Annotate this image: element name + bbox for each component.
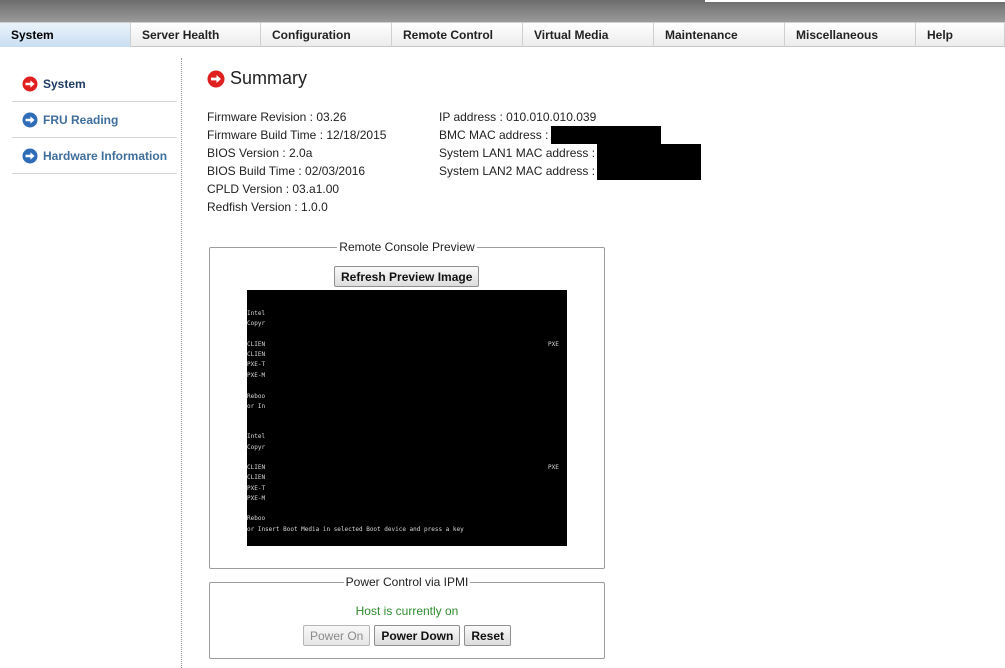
- summary-header: Summary: [207, 68, 307, 89]
- console-preview-image[interactable]: Intel Copyr CLIEN CLIEN PXE-T PXE-M Reboo or In…: [247, 290, 567, 546]
- lan2-mac-label: System LAN2 MAC address :: [439, 164, 596, 178]
- redacted-lan2-mac: [597, 162, 702, 180]
- main-nav: System Server Health Configuration Remote C…: [0, 22, 1005, 47]
- console-line: PXE-T: [247, 361, 266, 368]
- firmware-revision: Firmware Revision : 03.26: [207, 110, 347, 124]
- sidebar-item-label: System: [43, 76, 86, 91]
- console-line: Intel: [247, 433, 266, 440]
- bmc-mac-row: BMC MAC address :: [439, 126, 701, 144]
- console-line: CLIEN: [247, 351, 266, 358]
- console-line: or Insert Boot Media in selected Boot de…: [247, 526, 464, 533]
- power-control-group: Power Control via IPMI Host is currently…: [209, 575, 605, 659]
- lan2-mac-row: System LAN2 MAC address :: [439, 162, 702, 180]
- reset-button[interactable]: Reset: [464, 625, 512, 646]
- nav-tab-remote-control[interactable]: Remote Control: [392, 23, 523, 47]
- console-line: PXE-M: [247, 372, 266, 379]
- sidebar-item-label: Hardware Information: [43, 148, 168, 163]
- nav-tab-virtual-media[interactable]: Virtual Media: [523, 23, 654, 47]
- redfish-version: Redfish Version : 1.0.0: [207, 200, 328, 214]
- console-line: Copyr: [247, 444, 266, 451]
- remote-console-preview-legend: Remote Console Preview: [337, 240, 477, 254]
- power-buttons: Power On Power Down Reset: [210, 625, 604, 646]
- cpld-version: CPLD Version : 03.a1.00: [207, 182, 340, 196]
- ip-address: IP address : 010.010.010.039: [439, 110, 597, 124]
- host-status-text: Host is currently on: [355, 604, 459, 618]
- sidebar-divider: [181, 58, 182, 668]
- network-info: IP address : 010.010.010.039 BMC MAC add…: [439, 108, 702, 180]
- lan1-mac-label: System LAN1 MAC address :: [439, 146, 596, 160]
- nav-tab-maintenance[interactable]: Maintenance: [654, 23, 785, 47]
- nav-tab-system[interactable]: System: [0, 23, 131, 47]
- sidebar-item-label: FRU Reading: [43, 112, 119, 127]
- remote-console-preview-group: Remote Console Preview Refresh Preview I…: [209, 240, 605, 569]
- sidebar-item-fru-reading[interactable]: FRU Reading: [12, 102, 177, 138]
- arrow-right-circle-blue-icon: [22, 112, 38, 127]
- console-line: CLIEN: [247, 341, 266, 348]
- power-on-button[interactable]: Power On: [302, 625, 371, 646]
- console-line: CLIEN: [247, 474, 266, 481]
- bios-version: BIOS Version : 2.0a: [207, 146, 313, 160]
- arrow-right-circle-red-icon: [22, 76, 38, 91]
- bmc-mac-label: BMC MAC address :: [439, 128, 549, 142]
- console-side-text: PXE: [548, 464, 559, 471]
- sidebar: System FRU Reading Hardware Information: [12, 66, 177, 174]
- firmware-info: Firmware Revision : 03.26 Firmware Build…: [207, 108, 386, 216]
- console-line: PXE-M: [247, 495, 266, 502]
- arrow-right-circle-blue-icon: [22, 148, 38, 163]
- nav-tab-server-health[interactable]: Server Health: [131, 23, 261, 47]
- console-side-text: PXE: [548, 341, 559, 348]
- sidebar-item-system[interactable]: System: [12, 66, 177, 102]
- redacted-bmc-mac: [551, 126, 662, 144]
- firmware-build-time: Firmware Build Time : 12/18/2015: [207, 128, 387, 142]
- top-banner: [0, 0, 1005, 22]
- nav-tab-help[interactable]: Help: [916, 23, 1005, 47]
- lan1-mac-row: System LAN1 MAC address :: [439, 144, 702, 162]
- console-line: Reboo: [247, 515, 266, 522]
- console-line: PXE-T: [247, 485, 266, 492]
- banner-notch: [705, 0, 1005, 2]
- console-line: or In: [247, 403, 266, 410]
- power-control-legend: Power Control via IPMI: [343, 575, 471, 589]
- sidebar-item-hardware-information[interactable]: Hardware Information: [12, 138, 177, 174]
- console-line: CLIEN: [247, 464, 266, 471]
- nav-tab-configuration[interactable]: Configuration: [261, 23, 392, 47]
- power-down-button[interactable]: Power Down: [374, 625, 461, 646]
- arrow-right-circle-red-icon: [207, 70, 225, 87]
- refresh-preview-button[interactable]: Refresh Preview Image: [334, 266, 480, 287]
- redacted-lan1-mac: [597, 144, 702, 162]
- bios-build-time: BIOS Build Time : 02/03/2016: [207, 164, 366, 178]
- console-line: Intel: [247, 310, 266, 317]
- console-line: Reboo: [247, 393, 266, 400]
- console-line: Copyr: [247, 320, 266, 327]
- nav-tab-miscellaneous[interactable]: Miscellaneous: [785, 23, 916, 47]
- page-title: Summary: [230, 68, 308, 88]
